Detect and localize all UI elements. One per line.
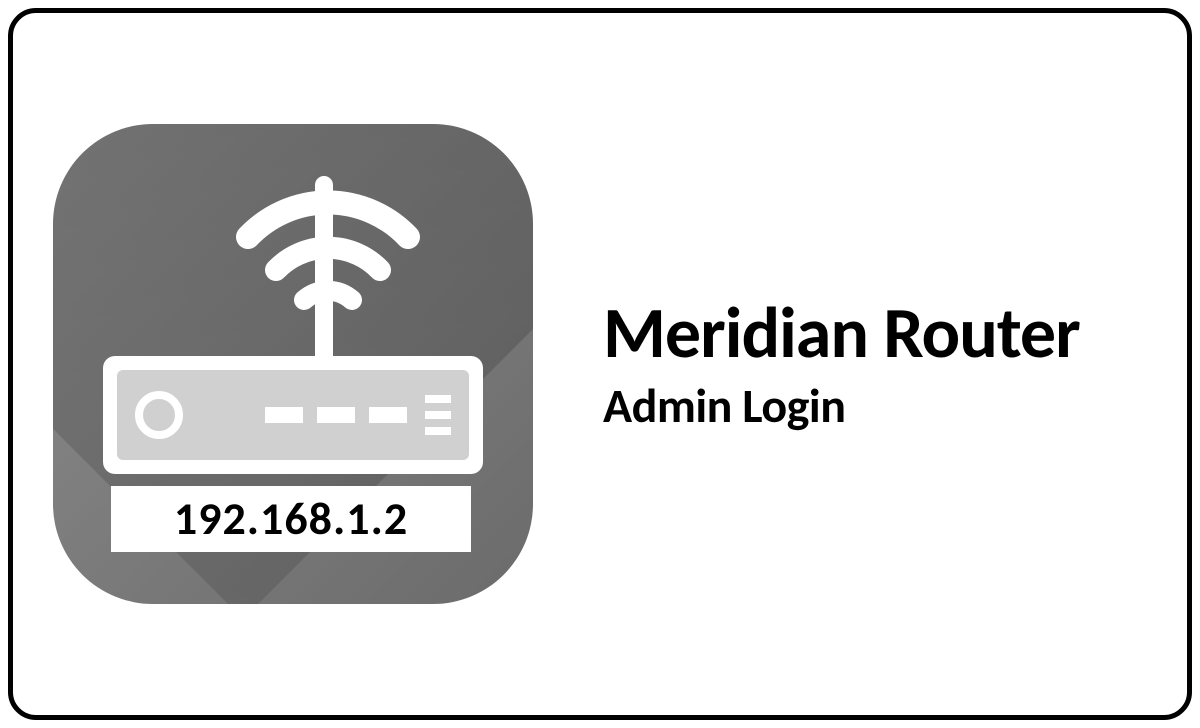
ip-address-label: 192.168.1.2 xyxy=(111,486,471,552)
led-icon xyxy=(265,407,303,423)
title: Meridian Router xyxy=(603,294,1080,373)
vent-icon xyxy=(425,395,451,403)
led-icon xyxy=(317,407,355,423)
power-button-icon xyxy=(135,391,183,439)
led-indicators xyxy=(265,407,407,423)
led-icon xyxy=(369,407,407,423)
content-frame: 192.168.1.2 Meridian Router Admin Login xyxy=(8,8,1192,720)
subtitle: Admin Login xyxy=(603,377,1080,435)
router-body-icon xyxy=(103,356,483,474)
vent-icon xyxy=(425,427,451,435)
text-block: Meridian Router Admin Login xyxy=(603,294,1080,435)
vent-lines xyxy=(425,395,451,435)
vent-icon xyxy=(425,411,451,419)
router-panel xyxy=(117,370,469,460)
router-icon-tile: 192.168.1.2 xyxy=(53,124,533,604)
wifi-icon xyxy=(228,182,428,322)
